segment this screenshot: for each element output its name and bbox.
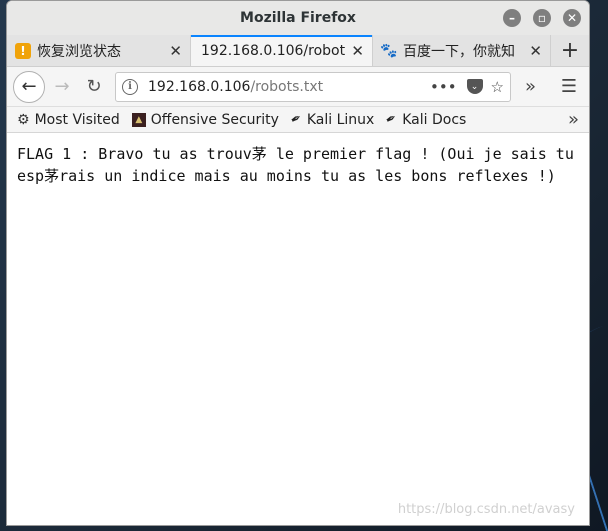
url-host: 192.168.0.106 (148, 78, 251, 95)
toolbar-overflow-icon[interactable]: » (525, 76, 536, 97)
baidu-paw-icon: 🐾 (380, 42, 398, 59)
window-title: Mozilla Firefox (240, 10, 356, 26)
tab-robots[interactable]: 192.168.0.106/robots ✕ (191, 35, 373, 66)
back-button[interactable]: ← (13, 70, 45, 103)
url-text[interactable]: 192.168.0.106/robots.txt (148, 79, 422, 95)
close-tab-icon[interactable]: ✕ (529, 42, 542, 60)
reload-button[interactable]: ↻ (79, 72, 109, 102)
bookmark-kali-linux[interactable]: ✒ Kali Linux (287, 110, 375, 129)
bookmark-most-visited[interactable]: ⚙ Most Visited (17, 112, 120, 128)
bookmark-kali-docs[interactable]: ✒ Kali Docs (383, 110, 467, 129)
reload-icon: ↻ (86, 76, 102, 97)
navigation-bar: ← → ↻ i 192.168.0.106/robots.txt ••• ⌄ ☆… (7, 67, 589, 107)
hamburger-menu-icon[interactable]: ☰ (561, 76, 583, 97)
page-actions-icon[interactable]: ••• (430, 78, 457, 96)
bookmark-label: Most Visited (34, 111, 120, 128)
bookmark-offensive-security[interactable]: ▲ Offensive Security (131, 111, 279, 128)
url-bar[interactable]: i 192.168.0.106/robots.txt ••• ⌄ ☆ (115, 71, 511, 102)
kali-dragon-icon: ✒ (383, 110, 401, 129)
bookmark-star-icon[interactable]: ☆ (491, 78, 504, 96)
url-path: /robots.txt (250, 78, 324, 95)
warning-icon: ! (15, 42, 31, 59)
close-tab-icon[interactable]: ✕ (351, 42, 364, 60)
tab-bar: ! 恢复浏览状态 ✕ 192.168.0.106/robots ✕ 🐾 百度一下… (7, 35, 589, 67)
arrow-right-icon: → (54, 76, 70, 97)
tab-restore-session[interactable]: ! 恢复浏览状态 ✕ (7, 35, 191, 66)
forward-button[interactable]: → (47, 72, 77, 102)
gear-icon: ⚙ (17, 111, 30, 128)
page-content: FLAG 1 : Bravo tu as trouv茅 le premier f… (7, 133, 589, 197)
title-bar[interactable]: Mozilla Firefox – ▫ ✕ (7, 1, 589, 35)
window-controls: – ▫ ✕ (503, 9, 581, 27)
tab-label: 192.168.0.106/robots (201, 42, 346, 59)
info-icon[interactable]: i (122, 78, 138, 95)
bookmarks-overflow-icon[interactable]: » (568, 109, 579, 130)
kali-dragon-icon: ✒ (287, 110, 305, 129)
tab-label: 恢复浏览状态 (37, 43, 121, 60)
new-tab-button[interactable]: + (551, 35, 589, 66)
bookmarks-toolbar: ⚙ Most Visited ▲ Offensive Security ✒ Ka… (7, 107, 589, 133)
tab-label: 百度一下，你就知 (403, 43, 515, 60)
robots-text: FLAG 1 : Bravo tu as trouv茅 le premier f… (17, 145, 583, 185)
close-window-button[interactable]: ✕ (563, 9, 581, 27)
bookmark-label: Kali Linux (306, 111, 375, 128)
plus-icon: + (560, 38, 580, 63)
minimize-button[interactable]: – (503, 9, 521, 27)
maximize-button[interactable]: ▫ (533, 9, 551, 27)
firefox-window: Mozilla Firefox – ▫ ✕ ! 恢复浏览状态 ✕ 192.168… (6, 0, 590, 526)
pocket-icon[interactable]: ⌄ (466, 79, 483, 94)
bookmark-label: Kali Docs (402, 111, 467, 128)
tab-baidu[interactable]: 🐾 百度一下，你就知 ✕ (373, 35, 551, 66)
offsec-icon: ▲ (131, 112, 146, 127)
close-tab-icon[interactable]: ✕ (169, 42, 182, 60)
watermark: https://blog.csdn.net/avasy (397, 502, 575, 517)
bookmark-label: Offensive Security (150, 111, 279, 128)
arrow-left-icon: ← (21, 76, 37, 97)
